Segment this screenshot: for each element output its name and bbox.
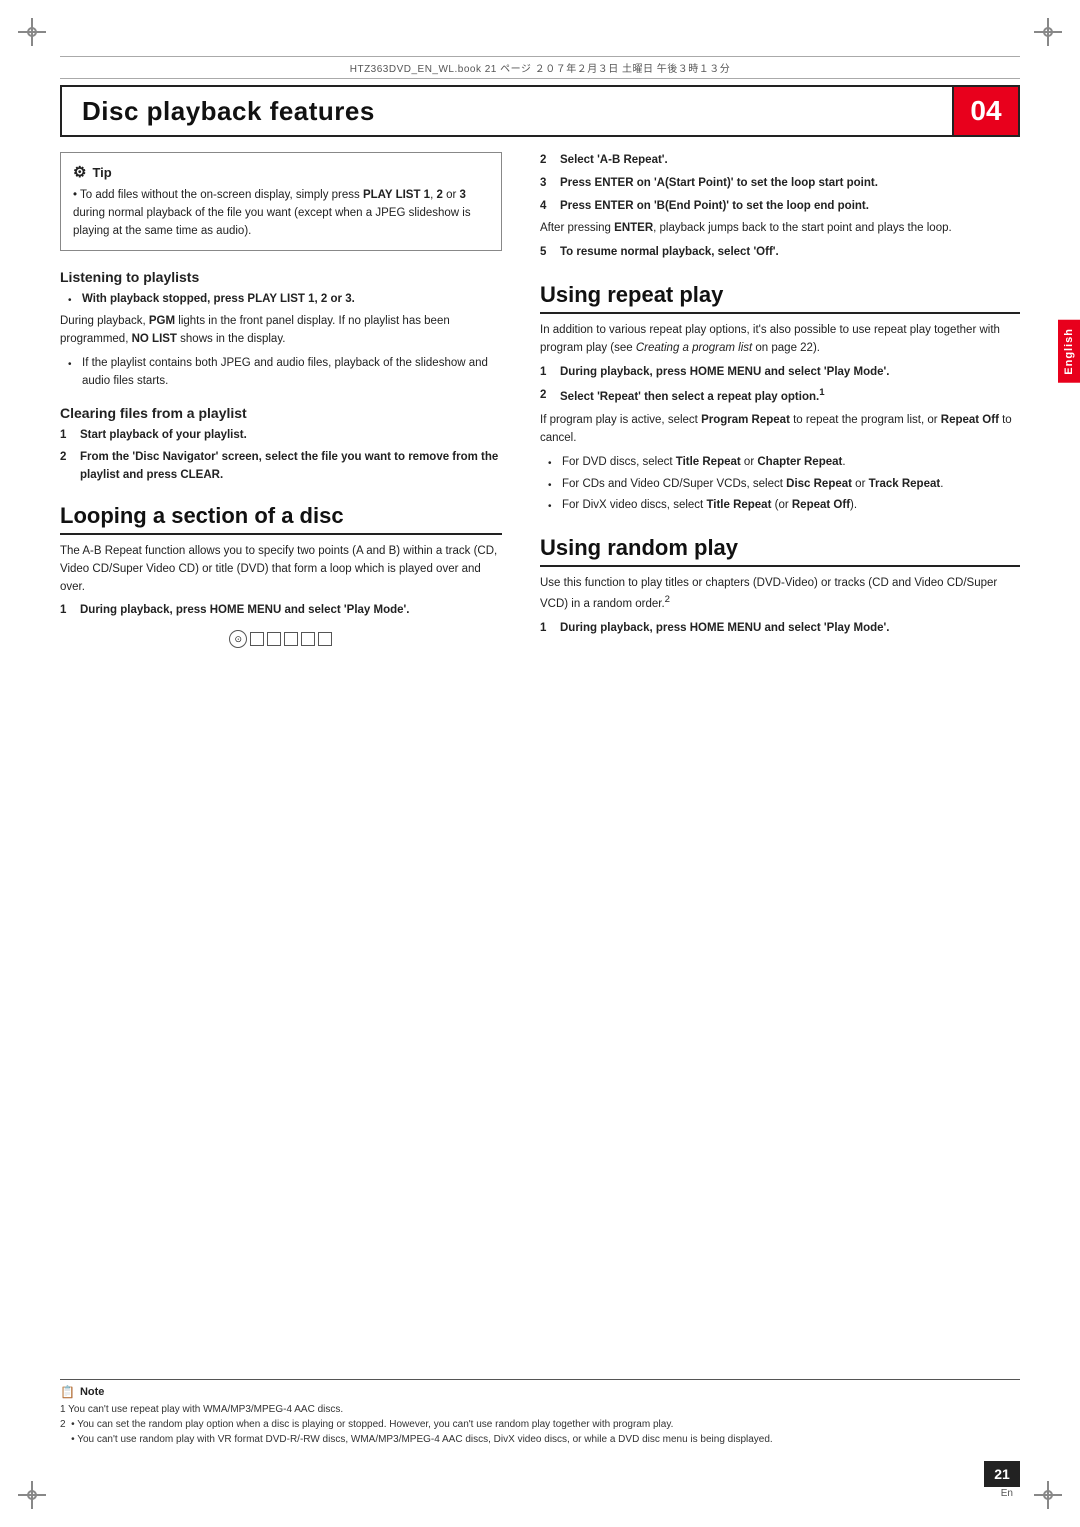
listening-body-1: During playback, PGM lights in the front… xyxy=(60,313,502,349)
looping-step-5: 5 To resume normal playback, select 'Off… xyxy=(540,244,1020,262)
display-sq-5 xyxy=(318,632,332,646)
chapter-title-box: Disc playback features xyxy=(60,85,952,137)
header-strip: HTZ363DVD_EN_WL.book 21 ページ ２０７年２月３日 土曜日… xyxy=(60,56,1020,79)
listening-playlists-heading: Listening to playlists xyxy=(60,269,502,285)
random-body-1: Use this function to play titles or chap… xyxy=(540,575,1020,613)
tip-box: ⚙ Tip • To add files without the on-scre… xyxy=(60,152,502,251)
note-box: 📋 Note 1 You can't use repeat play with … xyxy=(60,1379,1020,1447)
random-step-1: 1 During playback, press HOME MENU and s… xyxy=(540,620,1020,638)
tip-label: Tip xyxy=(92,165,111,180)
display-sq-4 xyxy=(301,632,315,646)
chapter-number: 04 xyxy=(970,95,1001,127)
note-divider xyxy=(60,1379,1020,1380)
display-sq-3 xyxy=(284,632,298,646)
chapter-number-box: 04 xyxy=(952,85,1020,137)
note-header: 📋 Note xyxy=(60,1385,1020,1399)
repeat-step-1: 1 During playback, press HOME MENU and s… xyxy=(540,364,1020,382)
display-sq-2 xyxy=(267,632,281,646)
looping-body-2: After pressing ENTER, playback jumps bac… xyxy=(540,220,1020,238)
looping-heading: Looping a section of a disc xyxy=(60,503,502,535)
english-tab: English xyxy=(1058,320,1080,383)
display-sq-1 xyxy=(250,632,264,646)
looping-step-1: 1 During playback, press HOME MENU and s… xyxy=(60,602,502,620)
repeat-body-1: In addition to various repeat play optio… xyxy=(540,322,1020,358)
clearing-files-heading: Clearing files from a playlist xyxy=(60,405,502,421)
display-image: ⊙ xyxy=(60,630,502,648)
tip-content: • To add files without the on-screen dis… xyxy=(73,187,489,240)
clearing-step-1: 1 Start playback of your playlist. xyxy=(60,427,502,445)
display-circle: ⊙ xyxy=(229,630,247,648)
looping-step-2: 2 Select 'A-B Repeat'. xyxy=(540,152,1020,170)
corner-mark-tr xyxy=(1034,18,1062,46)
tip-icon: ⚙ xyxy=(73,163,86,181)
page-lang: En xyxy=(1001,1488,1013,1499)
note-text-1: 1 You can't use repeat play with WMA/MP3… xyxy=(60,1402,1020,1417)
corner-mark-bl xyxy=(18,1481,46,1509)
repeat-body-2: If program play is active, select Progra… xyxy=(540,412,1020,448)
looping-body-1: The A-B Repeat function allows you to sp… xyxy=(60,543,502,596)
corner-mark-tl xyxy=(18,18,46,46)
chapter-header: Disc playback features 04 xyxy=(60,85,1020,137)
note-icon: 📋 xyxy=(60,1385,75,1399)
repeat-heading: Using repeat play xyxy=(540,282,1020,314)
left-column: ⚙ Tip • To add files without the on-scre… xyxy=(60,152,502,658)
repeat-bullet-1: • For DVD discs, select Title Repeat or … xyxy=(540,454,1020,472)
corner-mark-br xyxy=(1034,1481,1062,1509)
note-label: Note xyxy=(80,1386,104,1398)
repeat-step-2: 2 Select 'Repeat' then select a repeat p… xyxy=(540,387,1020,408)
page-number: 21 xyxy=(994,1466,1010,1482)
listening-bullet-1: • With playback stopped, press PLAY LIST… xyxy=(60,291,502,309)
content-area: ⚙ Tip • To add files without the on-scre… xyxy=(60,152,1020,1447)
header-strip-text: HTZ363DVD_EN_WL.book 21 ページ ２０７年２月３日 土曜日… xyxy=(60,60,1020,75)
page-number-box: 21 xyxy=(984,1461,1020,1487)
random-heading: Using random play xyxy=(540,535,1020,567)
tip-header: ⚙ Tip xyxy=(73,163,489,181)
note-text-3: • You can't use random play with VR form… xyxy=(60,1432,1020,1447)
repeat-bullet-2: • For CDs and Video CD/Super VCDs, selec… xyxy=(540,476,1020,494)
looping-step-4: 4 Press ENTER on 'B(End Point)' to set t… xyxy=(540,198,1020,216)
right-column: 2 Select 'A-B Repeat'. 3 Press ENTER on … xyxy=(540,152,1020,642)
listening-bullet-2: • If the playlist contains both JPEG and… xyxy=(60,355,502,391)
repeat-bullet-3: • For DivX video discs, select Title Rep… xyxy=(540,497,1020,515)
note-text-2: 2 • You can set the random play option w… xyxy=(60,1417,1020,1432)
clearing-step-2: 2 From the 'Disc Navigator' screen, sele… xyxy=(60,449,502,485)
looping-step-3: 3 Press ENTER on 'A(Start Point)' to set… xyxy=(540,175,1020,193)
chapter-title: Disc playback features xyxy=(82,96,375,127)
